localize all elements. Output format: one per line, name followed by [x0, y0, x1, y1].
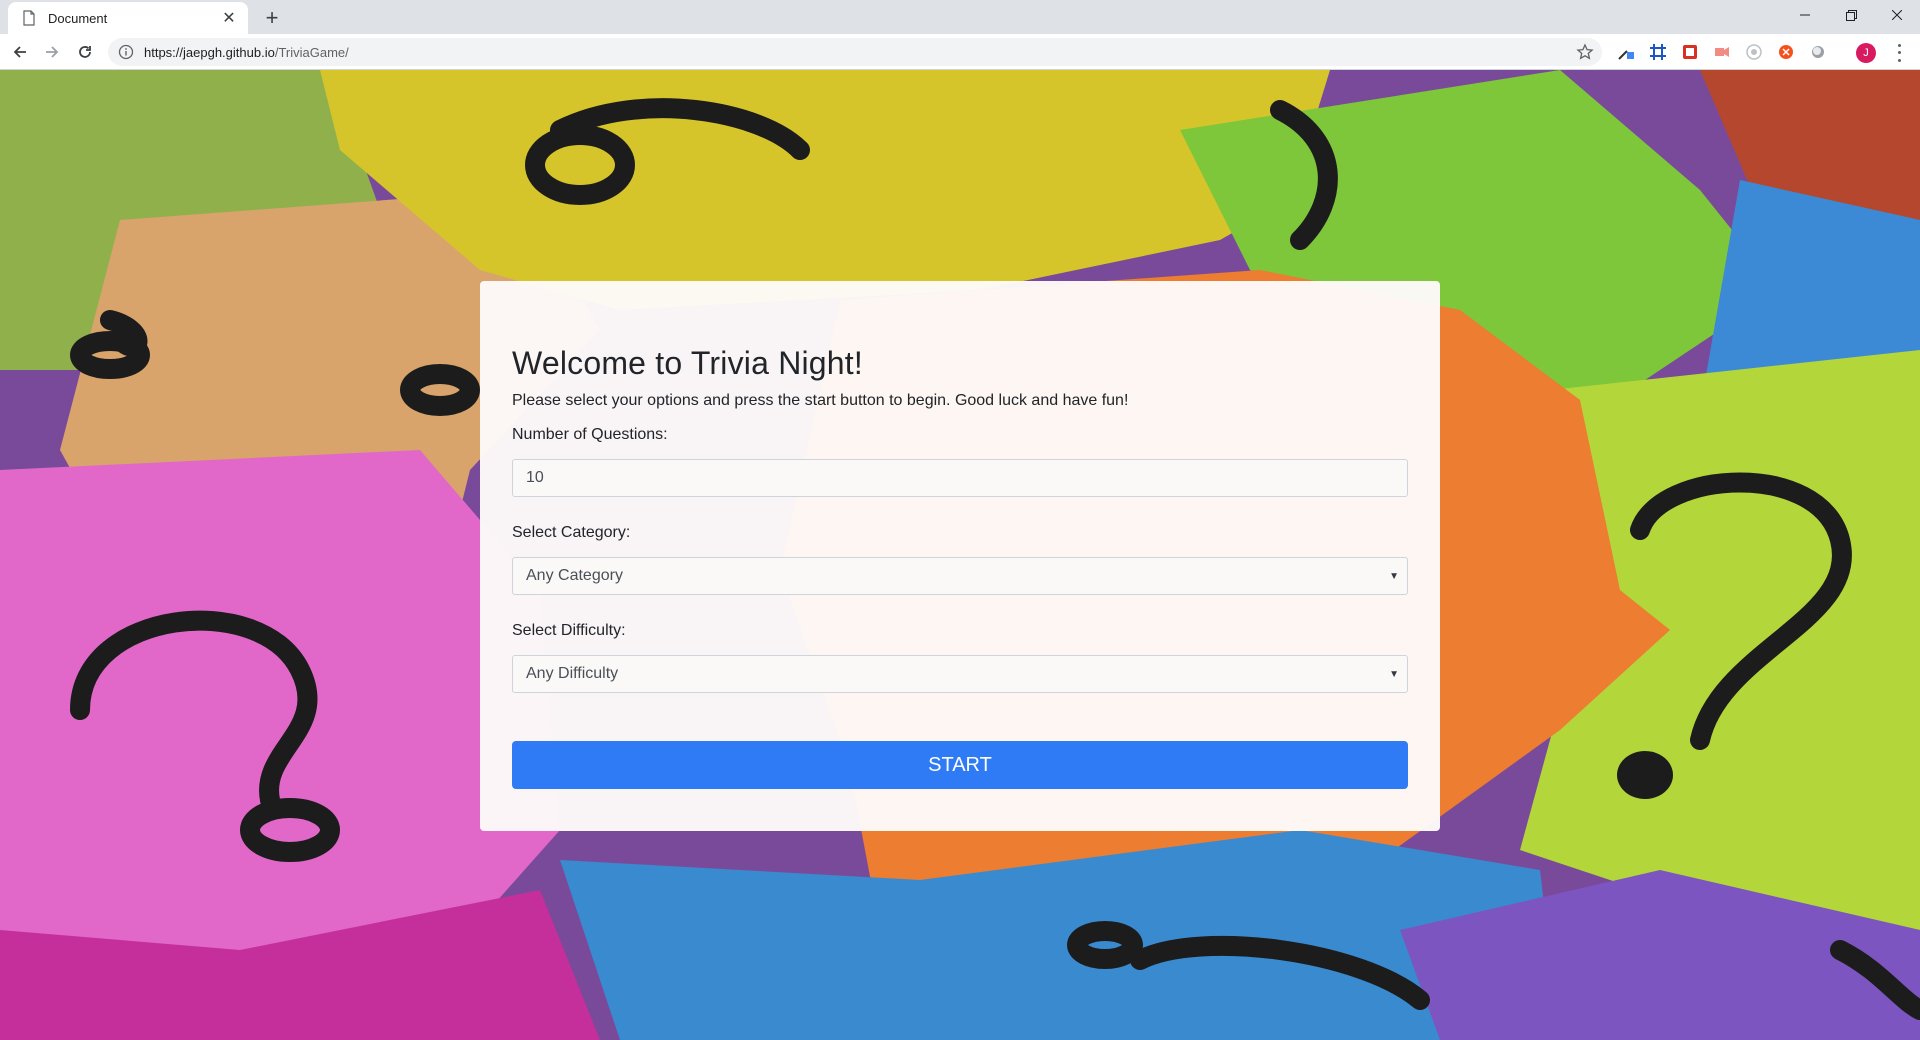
num-questions-input[interactable] — [526, 469, 1394, 487]
page-viewport: Welcome to Trivia Night! Please select y… — [0, 70, 1920, 1040]
minimize-icon[interactable] — [1782, 0, 1828, 30]
start-button[interactable]: START — [512, 741, 1408, 789]
url-path: /TriviaGame/ — [274, 44, 349, 60]
info-icon[interactable] — [118, 44, 134, 60]
grid-extension-icon[interactable] — [1646, 40, 1670, 64]
options-card: Welcome to Trivia Night! Please select y… — [480, 281, 1440, 831]
eyedropper-extension-icon[interactable] — [1614, 40, 1638, 64]
intro-text: Please select your options and press the… — [512, 392, 1129, 409]
num-questions-label: Number of Questions: — [512, 426, 668, 443]
forward-arrow-icon[interactable] — [40, 40, 64, 64]
category-selected-value: Any Category — [526, 567, 623, 584]
url-host: https://jaepgh.github.io — [144, 44, 275, 60]
browser-tab[interactable]: Document ✕ — [8, 2, 248, 34]
bookmark-star-icon[interactable] — [1576, 43, 1594, 61]
shield-extension-icon[interactable] — [1678, 40, 1702, 64]
back-arrow-icon[interactable] — [8, 40, 32, 64]
orange-extension-icon[interactable] — [1774, 40, 1798, 64]
browser-toolbar: https://jaepgh.github.io /TriviaGame/ J — [0, 34, 1920, 70]
new-tab-button[interactable]: + — [258, 4, 286, 32]
record-extension-icon[interactable] — [1710, 40, 1734, 64]
circle-extension-icon[interactable] — [1806, 40, 1830, 64]
close-window-icon[interactable] — [1874, 0, 1920, 30]
restore-icon[interactable] — [1828, 0, 1874, 30]
page-title: Welcome to Trivia Night! — [512, 345, 863, 381]
tab-close-icon[interactable]: ✕ — [220, 8, 238, 28]
dropdown-caret-icon: ▼ — [1389, 669, 1399, 680]
gray-extension-icon[interactable] — [1742, 40, 1766, 64]
num-questions-field[interactable] — [512, 459, 1408, 497]
difficulty-selected-value: Any Difficulty — [526, 665, 619, 682]
difficulty-label: Select Difficulty: — [512, 622, 626, 639]
browser-menu-icon[interactable] — [1890, 42, 1908, 64]
category-label: Select Category: — [512, 524, 631, 541]
dropdown-caret-icon: ▼ — [1389, 571, 1399, 582]
category-select[interactable]: Any Category ▼ — [512, 557, 1408, 595]
window-controls — [1782, 0, 1920, 30]
difficulty-select[interactable]: Any Difficulty ▼ — [512, 655, 1408, 693]
profile-avatar[interactable]: J — [1856, 43, 1876, 63]
address-bar[interactable]: https://jaepgh.github.io /TriviaGame/ — [108, 38, 1602, 66]
reload-icon[interactable] — [73, 40, 97, 64]
tab-strip: Document ✕ + — [0, 0, 1920, 34]
page-icon — [23, 10, 35, 26]
extensions-bar — [1614, 40, 1838, 64]
tab-title: Document — [48, 10, 108, 26]
